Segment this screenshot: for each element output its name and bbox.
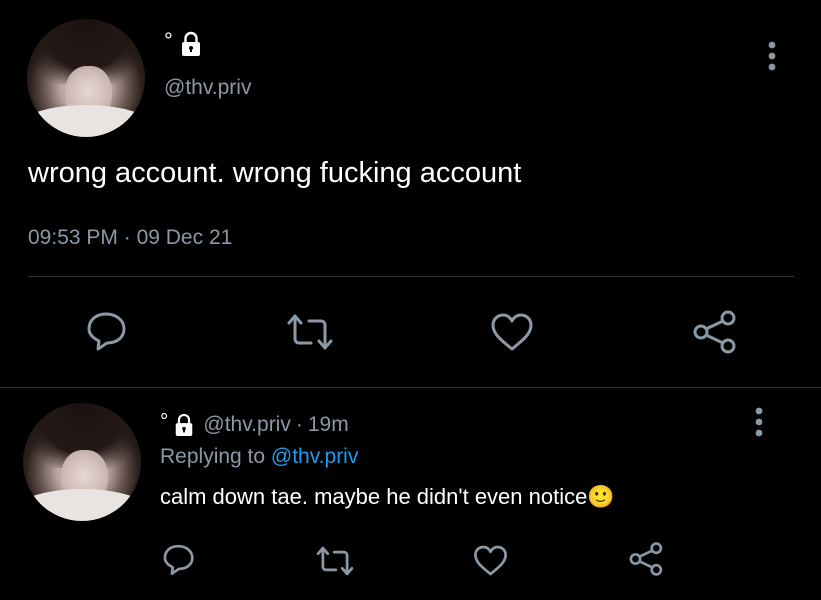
name-symbol: ° [164, 28, 173, 53]
share-icon[interactable] [690, 309, 738, 355]
avatar[interactable] [27, 19, 145, 137]
reply-text-row: calm down tae. maybe he didn't even noti… [160, 484, 615, 510]
replying-to: Replying to @thv.priv [160, 445, 358, 469]
lock-icon [173, 413, 195, 437]
divider [28, 276, 794, 277]
replying-to-handle[interactable]: @thv.priv [271, 445, 358, 468]
smile-emoji: 🙂 [587, 484, 615, 509]
handle[interactable]: @thv.priv [203, 413, 290, 437]
tweet-timestamp: 09:53 PM · 09 Dec 21 [28, 226, 232, 250]
avatar[interactable] [23, 403, 141, 521]
tweet-date: 09 Dec 21 [136, 226, 233, 249]
reply-header: ° @thv.priv · 19m [160, 410, 349, 440]
reply-icon[interactable] [161, 542, 197, 577]
share-icon[interactable] [627, 541, 664, 577]
name-symbol: ° [160, 410, 169, 433]
retweet-icon[interactable] [314, 544, 356, 578]
like-icon[interactable] [472, 543, 509, 578]
reply-text: calm down tae. maybe he didn't even noti… [160, 484, 588, 509]
handle[interactable]: @thv.priv [164, 76, 251, 100]
lock-icon [179, 31, 203, 57]
tweet-text: wrong account. wrong fucking account [28, 157, 522, 189]
divider [0, 387, 821, 388]
retweet-icon[interactable] [284, 311, 336, 353]
like-icon[interactable] [489, 310, 535, 354]
replying-to-label: Replying to [160, 445, 266, 468]
reply-age: 19m [307, 413, 349, 436]
reply-icon[interactable] [84, 309, 130, 353]
separator: · [295, 413, 303, 436]
more-options-icon[interactable] [749, 406, 769, 440]
separator: · [123, 226, 131, 249]
display-name[interactable]: ° [164, 28, 203, 58]
tweet-time: 09:53 PM [28, 226, 118, 249]
more-options-icon[interactable] [762, 40, 782, 74]
